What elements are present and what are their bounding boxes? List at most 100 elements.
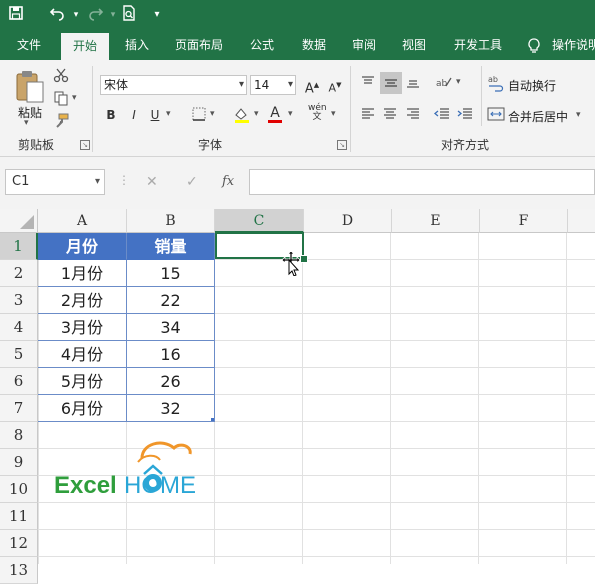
row-header-11[interactable]: 11 bbox=[0, 503, 38, 530]
chevron-down-icon: ▾ bbox=[287, 79, 293, 90]
row-header-9[interactable]: 9 bbox=[0, 449, 38, 476]
phonetic-icon[interactable]: wén 文 bbox=[308, 104, 327, 122]
select-all-button[interactable] bbox=[0, 209, 38, 233]
font-color-icon[interactable]: A bbox=[266, 104, 284, 123]
underline-button[interactable]: U bbox=[146, 106, 164, 124]
column-header-f[interactable]: F bbox=[480, 209, 568, 233]
tab-tell-me[interactable]: 操作说明 bbox=[552, 30, 595, 60]
phonetic-dropdown-icon[interactable]: ▾ bbox=[331, 109, 336, 119]
decrease-indent-icon[interactable] bbox=[433, 106, 451, 124]
lightbulb-icon[interactable] bbox=[526, 30, 542, 60]
row-header-12[interactable]: 12 bbox=[0, 530, 38, 557]
merge-center-icon[interactable] bbox=[487, 106, 505, 124]
orientation-icon[interactable]: ab bbox=[435, 74, 453, 92]
ribbon-tabs: 文件 开始 插入 页面布局 公式 数据 审阅 视图 开发工具 操作说明 bbox=[0, 30, 595, 60]
font-size-select[interactable]: 14 ▾ bbox=[250, 75, 296, 95]
row-header-10[interactable]: 10 bbox=[0, 476, 38, 503]
middle-align-icon[interactable] bbox=[380, 72, 402, 94]
row-header-4[interactable]: 4 bbox=[0, 314, 38, 341]
borders-icon[interactable] bbox=[190, 106, 208, 124]
bottom-align-icon[interactable] bbox=[404, 74, 422, 92]
table-cell[interactable]: 4月份 bbox=[38, 341, 127, 368]
table-cell[interactable]: 34 bbox=[127, 314, 215, 341]
tab-data[interactable]: 数据 bbox=[292, 30, 336, 60]
font-color-dropdown-icon[interactable]: ▾ bbox=[288, 109, 293, 119]
undo-icon[interactable] bbox=[47, 5, 67, 25]
row-header-8[interactable]: 8 bbox=[0, 422, 38, 449]
table-header-month[interactable]: 月份 bbox=[38, 233, 127, 260]
italic-button[interactable]: I bbox=[125, 106, 143, 124]
orientation-dropdown-icon[interactable]: ▾ bbox=[456, 77, 461, 87]
table-cell[interactable]: 5月份 bbox=[38, 368, 127, 395]
name-box-value: C1 bbox=[12, 174, 30, 189]
paste-icon[interactable] bbox=[14, 68, 46, 104]
row-header-1[interactable]: 1 bbox=[0, 233, 38, 260]
tab-view[interactable]: 视图 bbox=[392, 30, 436, 60]
column-header-b[interactable]: B bbox=[127, 209, 215, 233]
borders-dropdown-icon[interactable]: ▾ bbox=[210, 109, 215, 119]
enter-icon[interactable]: ✓ bbox=[186, 169, 198, 195]
table-cell[interactable]: 3月份 bbox=[38, 314, 127, 341]
fill-color-dropdown-icon[interactable]: ▾ bbox=[254, 109, 259, 119]
undo-dropdown-icon[interactable]: ▾ bbox=[66, 5, 86, 25]
font-launcher-icon[interactable]: ↘ bbox=[337, 140, 347, 150]
row-header-2[interactable]: 2 bbox=[0, 260, 38, 287]
paste-dropdown-icon[interactable]: ▾ bbox=[24, 118, 29, 128]
merge-dropdown-icon[interactable]: ▾ bbox=[576, 110, 581, 120]
tab-developer[interactable]: 开发工具 bbox=[444, 30, 512, 60]
bold-button[interactable]: B bbox=[102, 106, 120, 124]
wrap-text-button[interactable]: 自动换行 bbox=[508, 77, 556, 94]
table-cell[interactable]: 16 bbox=[127, 341, 215, 368]
table-cell[interactable]: 2月份 bbox=[38, 287, 127, 314]
table-cell[interactable]: 6月份 bbox=[38, 395, 127, 422]
column-header-e[interactable]: E bbox=[392, 209, 480, 233]
format-painter-icon[interactable] bbox=[52, 113, 70, 131]
clipboard-launcher-icon[interactable]: ↘ bbox=[80, 140, 90, 150]
tab-file[interactable]: 文件 bbox=[6, 30, 52, 60]
tab-formulas[interactable]: 公式 bbox=[240, 30, 284, 60]
increase-indent-icon[interactable] bbox=[456, 106, 474, 124]
table-cell[interactable]: 32 bbox=[127, 395, 215, 422]
formula-input[interactable] bbox=[249, 169, 595, 195]
table-header-sales[interactable]: 销量 bbox=[127, 233, 215, 260]
cancel-icon[interactable]: ✕ bbox=[146, 169, 158, 195]
row-header-13[interactable]: 13 bbox=[0, 557, 38, 584]
name-box[interactable]: C1 ▾ bbox=[5, 169, 105, 195]
table-cell[interactable]: 15 bbox=[127, 260, 215, 287]
table-cell[interactable]: 1月份 bbox=[38, 260, 127, 287]
tab-home[interactable]: 开始 bbox=[61, 33, 109, 60]
align-center-icon[interactable] bbox=[381, 106, 399, 124]
row-header-7[interactable]: 7 bbox=[0, 395, 38, 422]
table-cell[interactable]: 26 bbox=[127, 368, 215, 395]
font-name-select[interactable]: 宋体 ▾ bbox=[100, 75, 247, 95]
row-header-6[interactable]: 6 bbox=[0, 368, 38, 395]
align-left-icon[interactable] bbox=[359, 106, 377, 124]
tab-page-layout[interactable]: 页面布局 bbox=[166, 30, 232, 60]
fill-color-icon[interactable] bbox=[233, 106, 251, 124]
column-header-d[interactable]: D bbox=[304, 209, 392, 233]
merge-center-button[interactable]: 合并后居中 bbox=[508, 108, 568, 125]
increase-font-size-icon[interactable]: A▲ bbox=[303, 76, 321, 96]
copy-dropdown-icon[interactable]: ▾ bbox=[72, 93, 77, 103]
tab-insert[interactable]: 插入 bbox=[115, 30, 159, 60]
align-right-icon[interactable] bbox=[404, 106, 422, 124]
column-header-c[interactable]: C bbox=[215, 209, 304, 233]
column-header-a[interactable]: A bbox=[38, 209, 127, 233]
underline-dropdown-icon[interactable]: ▾ bbox=[166, 109, 171, 119]
table-resize-handle[interactable] bbox=[211, 418, 214, 421]
cut-icon[interactable] bbox=[52, 67, 70, 85]
paste-button[interactable]: 粘贴 bbox=[14, 104, 46, 121]
wrap-text-icon[interactable]: ab bbox=[487, 74, 505, 92]
decrease-font-size-icon[interactable]: A▼ bbox=[326, 76, 344, 95]
save-icon[interactable] bbox=[6, 5, 26, 25]
row-header-5[interactable]: 5 bbox=[0, 341, 38, 368]
table-cell[interactable]: 22 bbox=[127, 287, 215, 314]
copy-icon[interactable] bbox=[52, 90, 70, 108]
top-align-icon[interactable] bbox=[359, 74, 377, 92]
tab-review[interactable]: 审阅 bbox=[342, 30, 386, 60]
customize-toolbar-icon[interactable]: ▾ bbox=[147, 5, 167, 25]
print-preview-icon[interactable] bbox=[119, 5, 139, 25]
insert-function-icon[interactable]: fx bbox=[222, 169, 234, 195]
row-header-3[interactable]: 3 bbox=[0, 287, 38, 314]
column-header-g[interactable] bbox=[568, 209, 595, 233]
